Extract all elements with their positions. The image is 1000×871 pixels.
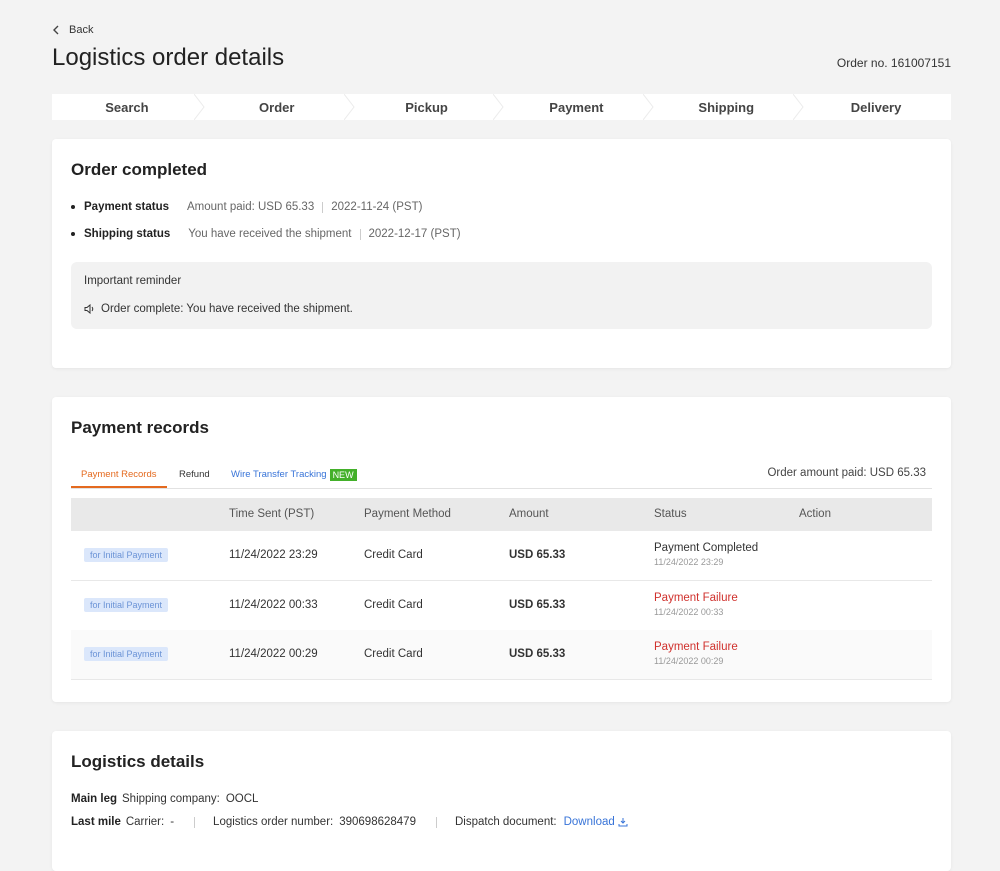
page-title: Logistics order details: [52, 44, 285, 71]
divider: [359, 228, 361, 240]
payment-status-time: 11/24/2022 00:29: [654, 656, 724, 666]
step-label: Payment: [549, 99, 604, 115]
step-label: Shipping: [698, 99, 755, 115]
step-label: Order: [259, 99, 295, 115]
reminder-title: Important reminder: [84, 275, 182, 287]
step-label: Search: [105, 99, 149, 115]
order-amount-paid: Order amount paid: USD 65.33: [767, 467, 926, 479]
back-button[interactable]: Back: [52, 24, 93, 36]
payment-status-cell: Payment Completed 11/24/2022 23:29: [654, 542, 758, 567]
download-label: Download: [563, 816, 615, 828]
speaker-icon: [84, 304, 94, 314]
table-row: for Initial Payment 11/24/2022 00:29 Cre…: [71, 630, 932, 680]
order-number: Order no. 161007151: [836, 56, 951, 70]
time-sent: 11/24/2022 00:33: [229, 599, 318, 611]
reminder-message: Order complete: You have received the sh…: [101, 303, 353, 315]
tab-wire-transfer-label: Wire Transfer Tracking: [231, 469, 327, 480]
table-row: for Initial Payment 11/24/2022 23:29 Cre…: [71, 531, 932, 581]
column-header: Action: [799, 508, 831, 520]
table-row: for Initial Payment 11/24/2022 00:33 Cre…: [71, 581, 932, 631]
step-divider-icon: [193, 94, 205, 120]
logistics-details-title: Logistics details: [71, 752, 205, 771]
payment-status-value: Amount paid: USD 65.33: [187, 201, 315, 213]
reminder-message-row: Order complete: You have received the sh…: [84, 303, 353, 315]
payment-status-row: Payment status Amount paid: USD 65.33 20…: [71, 201, 422, 213]
payment-amount: USD 65.33: [509, 599, 566, 611]
payment-status-label: Payment status: [84, 201, 170, 213]
step-label: Pickup: [405, 99, 448, 115]
last-mile-row: Last mile Carrier: - Logistics order num…: [71, 816, 628, 828]
divider: [194, 816, 196, 828]
payment-status: Payment Completed: [654, 542, 759, 554]
shipping-company: OOCL: [225, 793, 259, 805]
payment-status-cell: Payment Failure 11/24/2022 00:29: [654, 641, 738, 666]
divider: [322, 201, 324, 213]
last-mile-label: Last mile: [71, 816, 121, 828]
step-label: Delivery: [850, 99, 902, 115]
step-payment: Payment: [501, 94, 654, 120]
step-divider-icon: [793, 94, 804, 120]
payment-type-tag: for Initial Payment: [84, 548, 169, 562]
order-status-title: Order completed: [71, 160, 208, 179]
bullet-icon: [71, 232, 75, 236]
payment-amount: USD 65.33: [509, 549, 566, 561]
bullet-icon: [71, 205, 75, 209]
payment-status: Payment Failure: [654, 592, 738, 604]
shipping-company-label: Shipping company:: [122, 793, 220, 805]
payment-records-title: Payment records: [71, 418, 209, 437]
payment-status-time: 11/24/2022 23:29: [654, 557, 724, 567]
important-reminder-box: Important reminder Order complete: You h…: [71, 262, 932, 329]
payment-method: Credit Card: [364, 648, 423, 660]
progress-stepper: Search Order Pickup Payment Shipping Del…: [52, 94, 951, 120]
back-label: Back: [69, 24, 94, 36]
carrier-label: Carrier:: [125, 816, 165, 828]
dispatch-document-label: Dispatch document:: [454, 816, 557, 828]
tab-wire-transfer-tracking[interactable]: Wire Transfer Tracking NEW: [231, 469, 357, 481]
payment-status-time: 11/24/2022 00:33: [654, 607, 724, 617]
time-sent: 11/24/2022 00:29: [229, 648, 318, 660]
new-badge: NEW: [329, 469, 357, 481]
payment-status-cell: Payment Failure 11/24/2022 00:33: [654, 592, 738, 617]
step-divider-icon: [493, 94, 505, 120]
carrier-value: -: [170, 816, 175, 828]
step-search: Search: [52, 94, 205, 120]
payment-records-card: Payment records Payment Records Refund W…: [52, 397, 951, 702]
payment-type-tag: for Initial Payment: [84, 598, 169, 612]
order-status-card: Order completed Payment status Amount pa…: [52, 139, 951, 368]
tab-payment-records[interactable]: Payment Records: [71, 469, 167, 488]
payment-method: Credit Card: [364, 599, 423, 611]
step-divider-icon: [643, 94, 654, 120]
shipping-status-label: Shipping status: [84, 228, 171, 240]
step-shipping: Shipping: [651, 94, 804, 120]
column-header: Amount: [509, 508, 549, 520]
column-header: Time Sent (PST): [229, 508, 315, 520]
column-header: Status: [654, 508, 687, 520]
payment-method: Credit Card: [364, 549, 423, 561]
main-leg-label: Main leg: [71, 793, 118, 805]
shipping-status-row: Shipping status You have received the sh…: [71, 228, 461, 240]
step-divider-icon: [343, 94, 355, 120]
shipping-status-date: 2022-12-17 (PST): [368, 228, 461, 240]
main-leg-row: Main leg Shipping company: OOCL: [71, 793, 258, 805]
chevron-left-icon: [53, 25, 59, 35]
payment-amount: USD 65.33: [509, 648, 566, 660]
download-icon: [618, 818, 628, 827]
shipping-status-value: You have received the shipment: [188, 228, 352, 240]
tab-refund[interactable]: Refund: [179, 469, 210, 480]
step-pickup: Pickup: [352, 94, 505, 120]
column-header: Payment Method: [364, 508, 451, 520]
payment-status: Payment Failure: [654, 641, 738, 653]
logistics-details-card: Logistics details Main leg Shipping comp…: [52, 731, 951, 871]
download-link[interactable]: Download: [564, 816, 628, 828]
divider: [435, 816, 437, 828]
logistics-order-number-label: Logistics order number:: [213, 816, 334, 828]
logistics-order-number: 390698628479: [339, 816, 416, 828]
step-delivery: Delivery: [801, 94, 951, 120]
time-sent: 11/24/2022 23:29: [229, 549, 318, 561]
payment-type-tag: for Initial Payment: [84, 647, 169, 661]
table-header: Time Sent (PST) Payment Method Amount St…: [71, 498, 932, 531]
payment-status-date: 2022-11-24 (PST): [331, 201, 423, 213]
step-order: Order: [202, 94, 355, 120]
